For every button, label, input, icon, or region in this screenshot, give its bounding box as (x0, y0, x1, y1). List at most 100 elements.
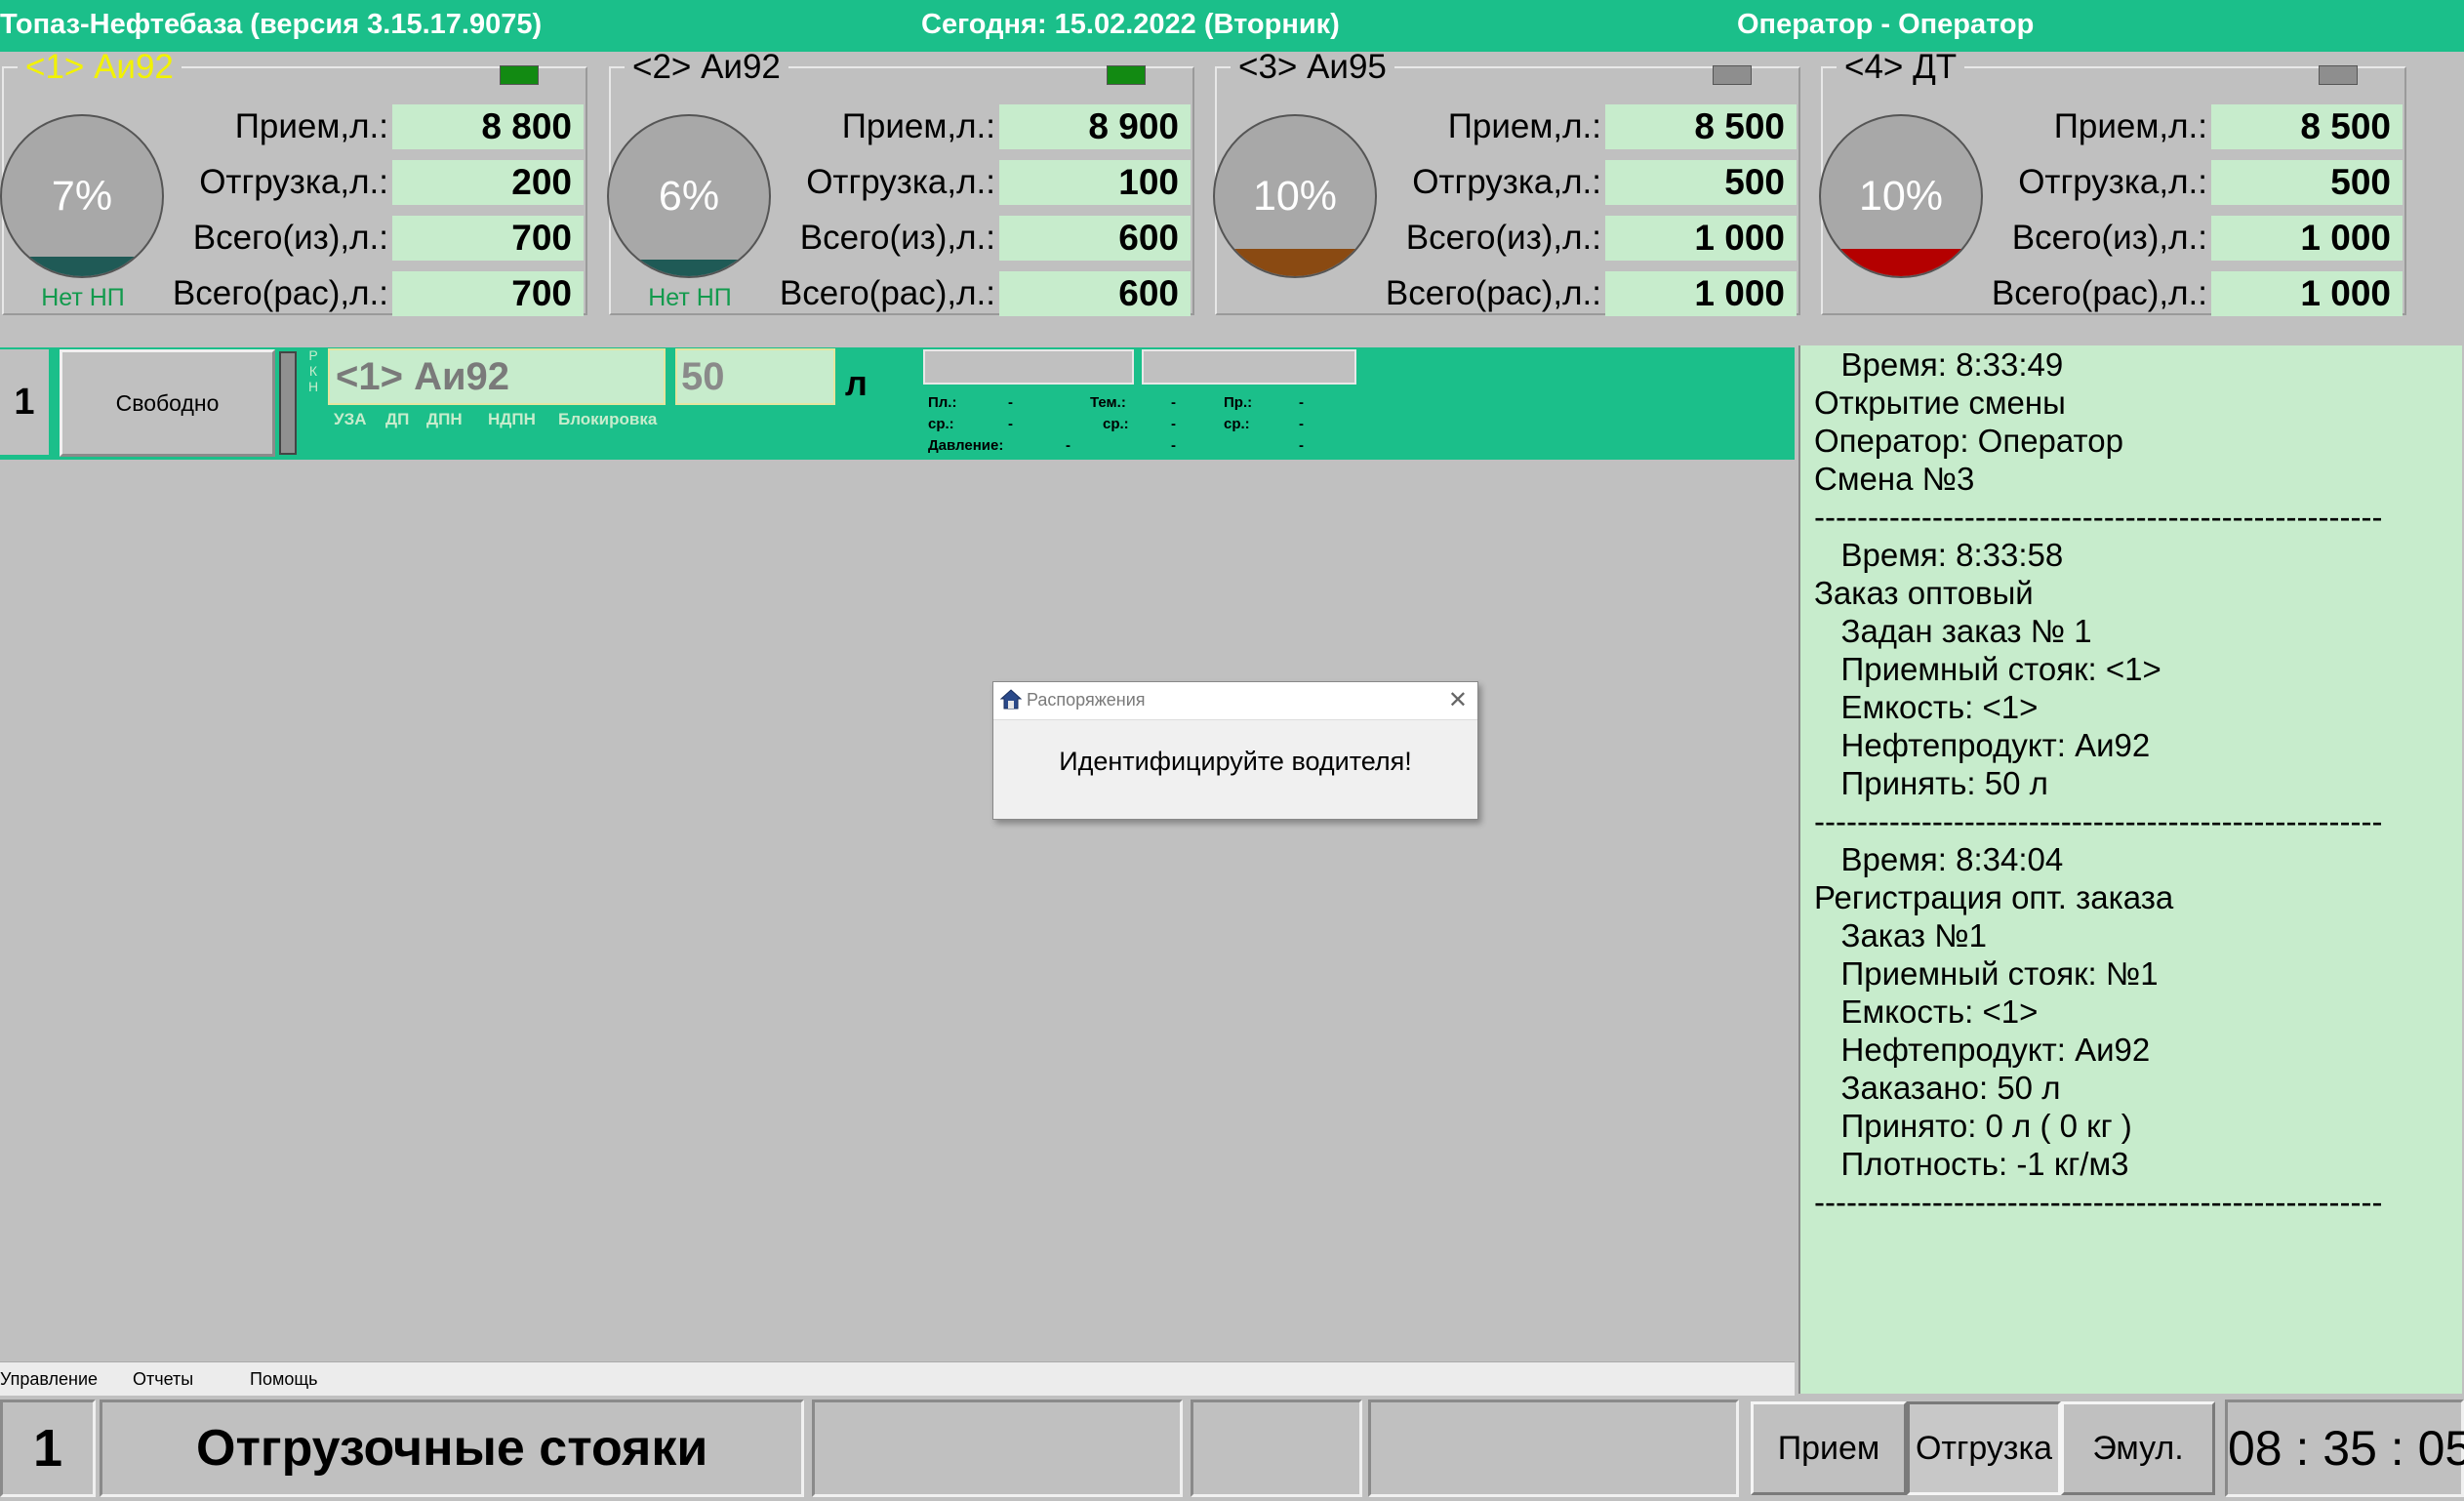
app-title: Топаз-Нефтебаза (версия 3.15.17.9075) (0, 9, 543, 40)
quantity-field[interactable]: 50 (675, 348, 835, 405)
received-value: 8 500 (2211, 104, 2403, 149)
shipped-label: Отгрузка,л.: (1412, 163, 1601, 201)
menu-control[interactable]: Управление (0, 1369, 98, 1390)
log-line: Заказ №1 (1814, 917, 1988, 953)
received-label: Прием,л.: (841, 107, 995, 145)
dialog-title: Распоряжения (1027, 690, 1146, 710)
rkn-indicator (279, 351, 297, 455)
shipped-value: 500 (1605, 160, 1797, 205)
log-line: Нефтепродукт: Аи92 (1814, 727, 2151, 763)
total-out-value: 1 000 (2211, 271, 2403, 316)
total-out-value: 1 000 (1605, 271, 1797, 316)
log-separator: ----------------------------------------… (1814, 1184, 2383, 1220)
total-in-label: Всего(из),л.: (2011, 219, 2207, 257)
density-value: - (1008, 394, 1013, 411)
pr-avg-label: ср.: (1224, 416, 1250, 432)
dispenser-status-button[interactable]: Свободно (60, 349, 275, 457)
log-line: Оператор: Оператор (1814, 423, 2123, 459)
total-out-value: 700 (392, 271, 584, 316)
shipped-label: Отгрузка,л.: (2018, 163, 2207, 201)
flag-uza: УЗА (334, 410, 367, 428)
log-line: Принять: 50 л (1814, 765, 2048, 801)
tank-panel-1[interactable]: <1> Аи92 7% Нет НП Прием,л.: 8 800 Отгру… (0, 48, 603, 333)
log-line: Регистрация опт. заказа (1814, 879, 2174, 915)
close-icon[interactable]: ✕ (1448, 686, 1468, 714)
operator-label: Оператор - Оператор (1737, 9, 2035, 40)
event-log[interactable]: Время: 8:33:49 Открытие смены Оператор: … (1798, 345, 2462, 1394)
readout-box-2 (1142, 349, 1356, 385)
total-out-label: Всего(рас),л.: (1991, 274, 2207, 312)
product-field[interactable]: <1> Аи92 (328, 348, 666, 405)
clock: 08 : 35 : 05 (2225, 1400, 2464, 1497)
rkn-letter: Р (308, 347, 318, 363)
dialog-message: Идентифицируйте водителя! (1059, 747, 1412, 776)
tank-status-indicator (1713, 65, 1752, 85)
received-value: 8 500 (1605, 104, 1797, 149)
flag-ndpn: НДПН (488, 410, 536, 428)
temp-label: Тем.: (1090, 394, 1126, 411)
log-line: Время: 8:33:58 (1814, 537, 2064, 573)
tank-panel-2[interactable]: <2> Аи92 6% Нет НП Прием,л.: 8 900 Отгру… (607, 48, 1210, 333)
log-line: Смена №3 (1814, 461, 1975, 497)
rkn-letter: К (308, 363, 318, 379)
shipped-label: Отгрузка,л.: (199, 163, 388, 201)
log-line: Плотность: -1 кг/м3 (1814, 1146, 2129, 1182)
flag-dp: ДП (385, 410, 410, 428)
menu-help[interactable]: Помощь (250, 1369, 318, 1390)
pressure-value-2: - (1171, 437, 1176, 454)
receive-button[interactable]: Прием (1751, 1401, 1907, 1495)
shipment-button[interactable]: Отгрузка (1907, 1401, 2061, 1495)
status-bar: 1 Отгрузочные стояки Прием Отгрузка Эмул… (0, 1396, 2464, 1501)
total-out-label: Всего(рас),л.: (1385, 274, 1601, 312)
log-line: Приемный стояк: <1> (1814, 651, 2161, 687)
tank-status-indicator (1107, 65, 1146, 85)
log-line: Заказано: 50 л (1814, 1070, 2061, 1106)
tank-title: <3> Аи95 (1238, 48, 1387, 86)
emulation-button[interactable]: Эмул. (2061, 1401, 2215, 1495)
status-panel-empty-1 (812, 1400, 1183, 1497)
pressure-value-3: - (1299, 437, 1304, 454)
tank-title: <4> ДТ (1844, 48, 1958, 86)
shipped-value: 500 (2211, 160, 2403, 205)
log-line: Время: 8:34:04 (1814, 841, 2064, 877)
pr-label: Пр.: (1224, 394, 1253, 411)
unit-label: л (845, 363, 868, 403)
log-line: Задан заказ № 1 (1814, 613, 2092, 649)
log-line: Принято: 0 л ( 0 кг ) (1814, 1108, 2132, 1144)
tank-panel-4[interactable]: <4> ДТ 10% Прием,л.: 8 500 Отгрузка,л.: … (1819, 48, 2422, 333)
tank-title: <1> Аи92 (25, 48, 174, 86)
rkn-letters: Р К Н (306, 347, 320, 394)
flag-dpn: ДПН (426, 410, 463, 428)
total-out-label: Всего(рас),л.: (779, 274, 995, 312)
density-avg-label: ср.: (928, 416, 954, 432)
log-line: Емкость: <1> (1814, 689, 2039, 725)
current-date: Сегодня: 15.02.2022 (Вторник) (921, 9, 1340, 40)
dispenser-number[interactable]: 1 (0, 349, 49, 455)
dialog-titlebar[interactable]: Распоряжения ✕ (993, 682, 1477, 720)
pressure-value-1: - (1066, 437, 1070, 454)
shipped-value: 200 (392, 160, 584, 205)
menu-bar: Управление Отчеты Помощь (0, 1361, 1795, 1396)
log-line: Нефтепродукт: Аи92 (1814, 1032, 2151, 1068)
log-line: Емкость: <1> (1814, 994, 2039, 1030)
total-in-value: 600 (999, 216, 1191, 261)
received-label: Прием,л.: (2053, 107, 2207, 145)
log-line: Заказ оптовый (1814, 575, 2034, 611)
log-line: Открытие смены (1814, 385, 2066, 421)
app-icon (999, 689, 1023, 710)
log-line: Приемный стояк: №1 (1814, 955, 2159, 992)
received-value: 8 900 (999, 104, 1191, 149)
rkn-letter: Н (307, 379, 319, 394)
orders-dialog[interactable]: Распоряжения ✕ Идентифицируйте водителя! (992, 681, 1478, 820)
total-in-value: 1 000 (2211, 216, 2403, 261)
status-title: Отгрузочные стояки (100, 1400, 804, 1497)
temp-avg-value: - (1171, 416, 1176, 432)
received-value: 8 800 (392, 104, 584, 149)
tank-status-indicator (2319, 65, 2358, 85)
menu-reports[interactable]: Отчеты (133, 1369, 193, 1390)
density-label: Пл.: (928, 394, 957, 411)
shipped-value: 100 (999, 160, 1191, 205)
tank-panel-3[interactable]: <3> Аи95 10% Прием,л.: 8 500 Отгрузка,л.… (1213, 48, 1816, 333)
status-number: 1 (0, 1400, 96, 1497)
status-panel-empty-2 (1191, 1400, 1362, 1497)
